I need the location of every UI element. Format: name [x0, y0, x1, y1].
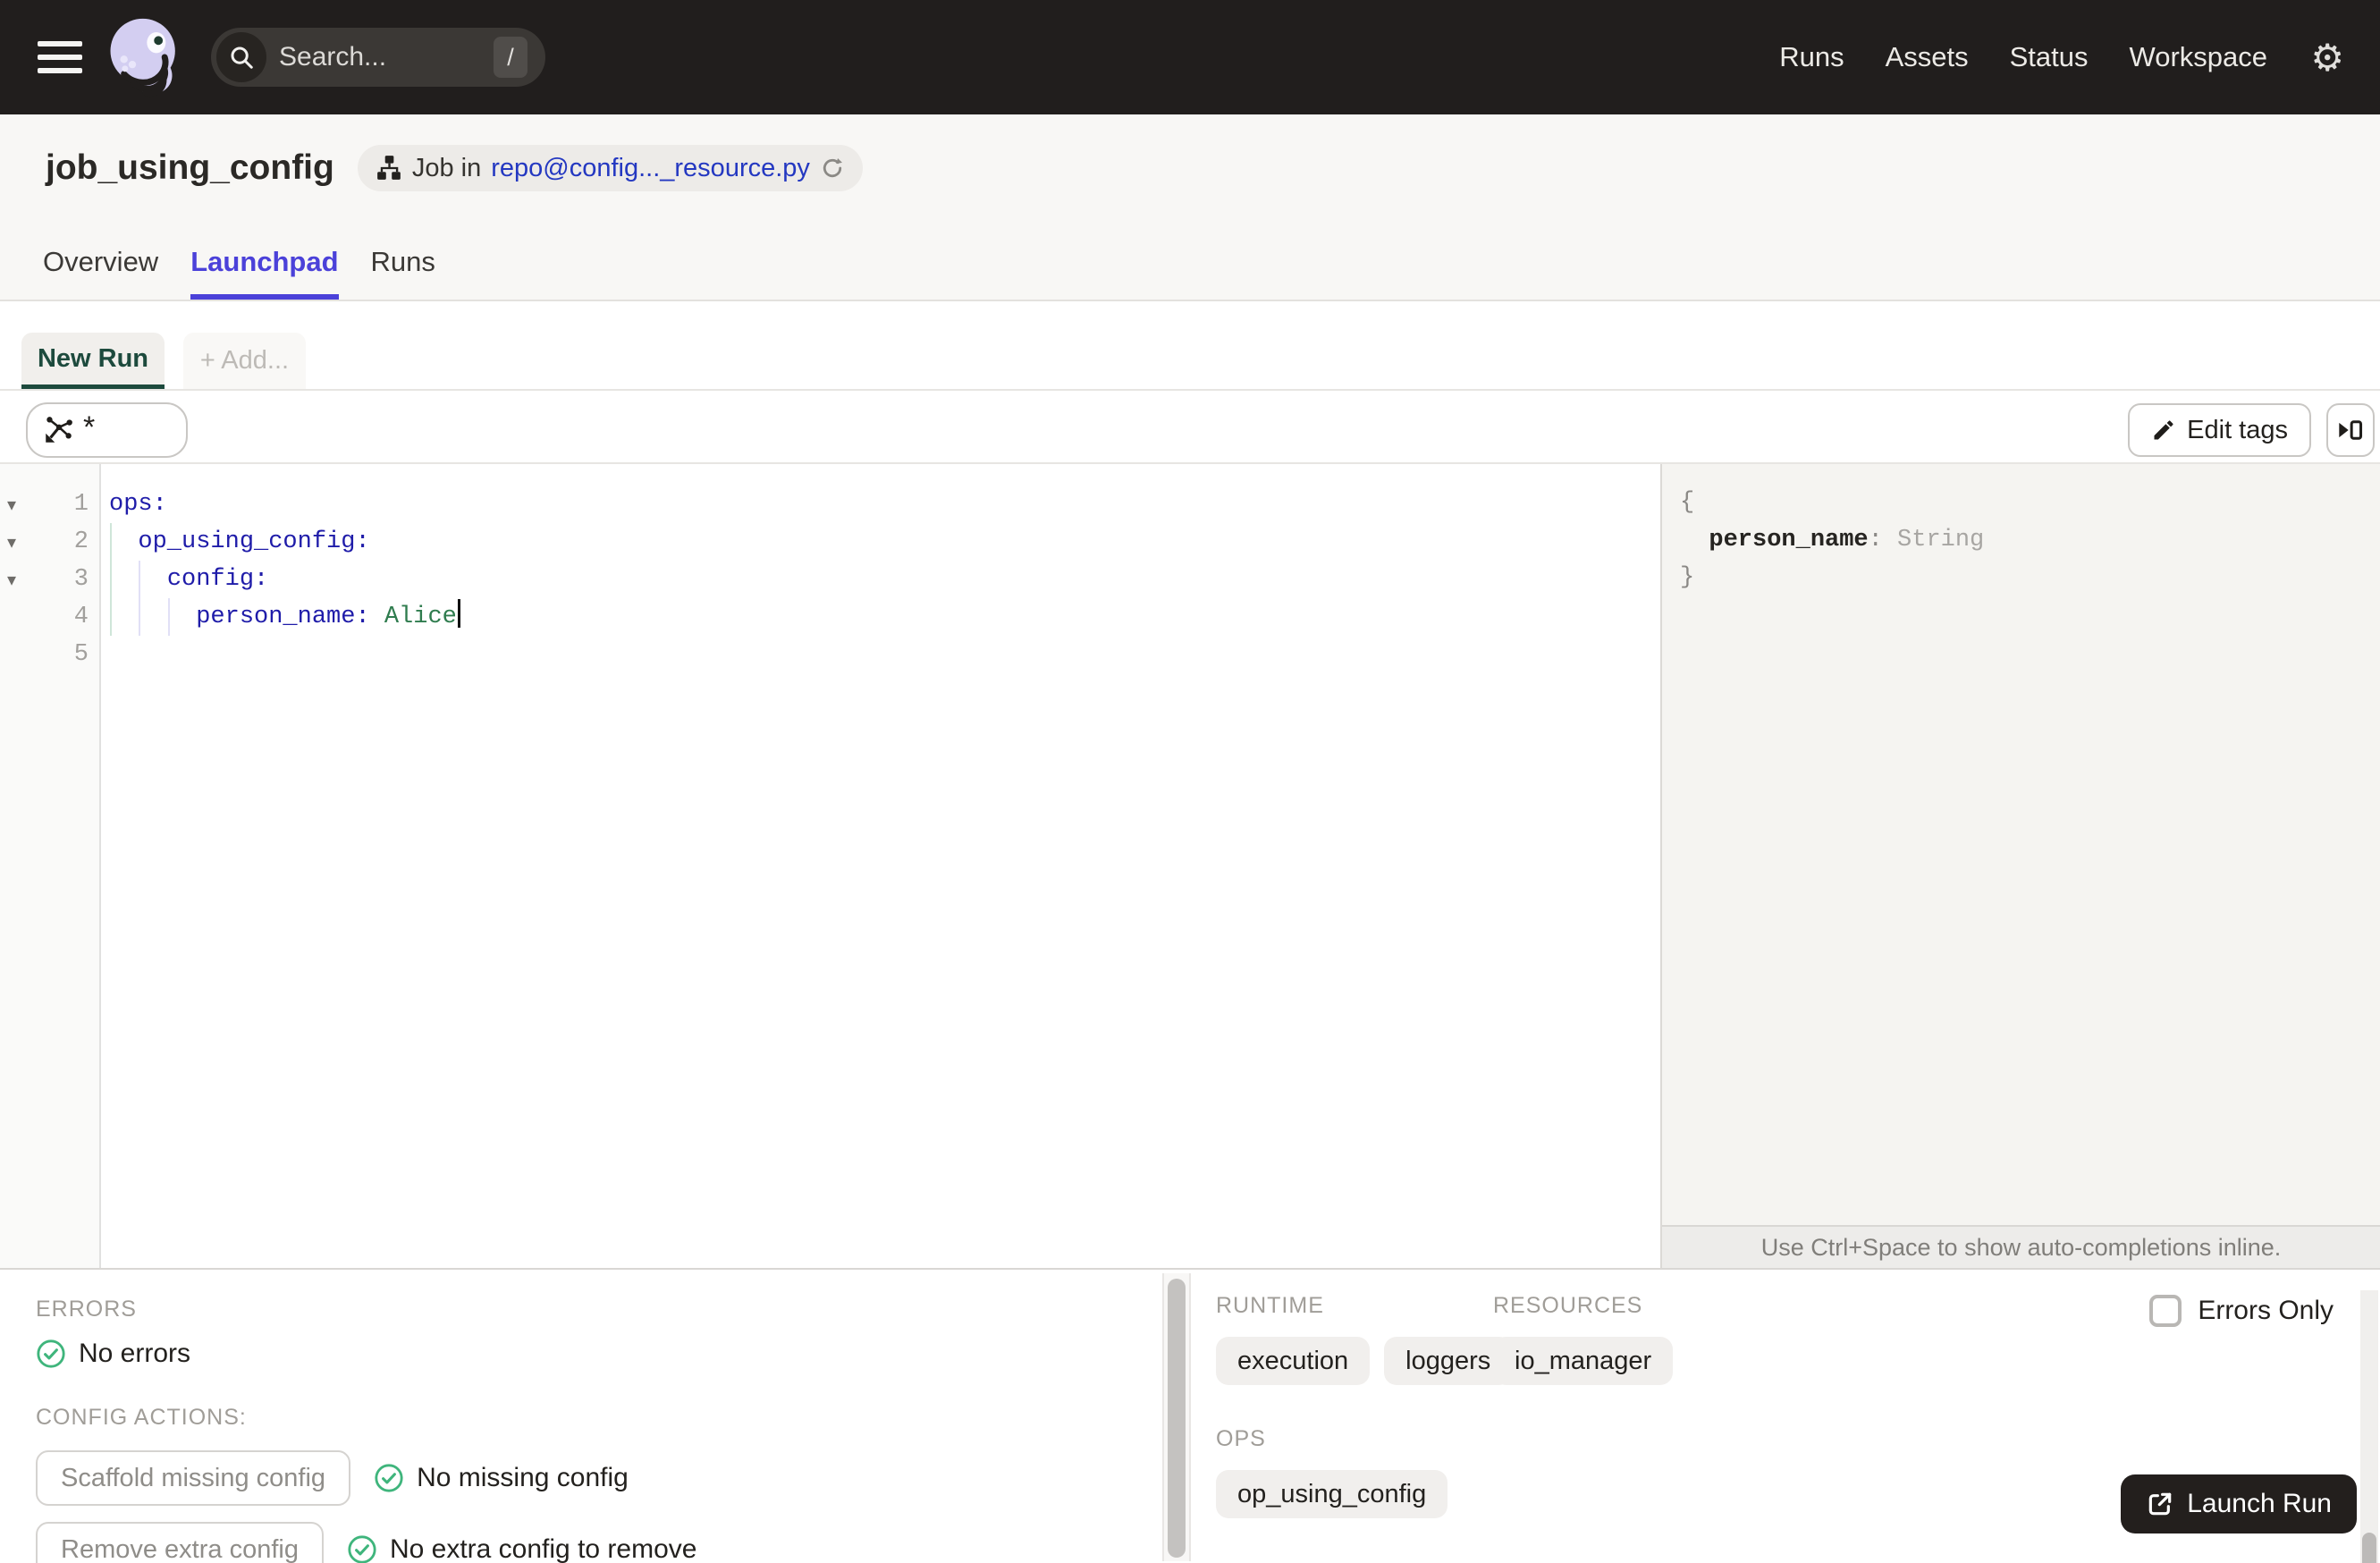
search-input[interactable] [279, 42, 458, 72]
launchpad-toolbar: * Edit tags [0, 391, 2380, 462]
tab-runs[interactable]: Runs [371, 246, 435, 300]
autocomplete-hint: Use Ctrl+Space to show auto-completions … [1662, 1225, 2380, 1268]
check-circle-icon [37, 1339, 65, 1368]
fold-arrow-icon[interactable]: ▾ [0, 569, 27, 591]
page-title: job_using_config [46, 148, 334, 187]
text-cursor [457, 599, 460, 628]
ops-section-label: OPS [1216, 1426, 1266, 1451]
bottom-panel: ERRORS No errors CONFIG ACTIONS: Scaffol… [0, 1268, 2380, 1563]
hamburger-menu-icon[interactable] [38, 41, 82, 73]
line-number: 5 [73, 641, 89, 668]
job-repo-link[interactable]: repo@config..._resource.py [491, 154, 810, 183]
runtime-tag[interactable]: execution [1216, 1337, 1371, 1385]
line-number: 4 [73, 604, 89, 630]
external-link-icon [2148, 1492, 2172, 1516]
editor-gutter: ▾ 1 ▾ 2 ▾ 3 4 5 [0, 464, 101, 1268]
schema-code: { person_name: String } [1680, 489, 1985, 591]
right-pane-scrollbar[interactable] [2360, 1290, 2378, 1563]
expand-panel-button[interactable] [2326, 403, 2375, 457]
check-circle-icon [348, 1535, 376, 1563]
search-icon [216, 32, 266, 82]
errors-section-label: ERRORS [36, 1297, 137, 1322]
run-tab-new-run[interactable]: New Run [21, 333, 165, 389]
edit-tags-button[interactable]: Edit tags [2128, 403, 2311, 457]
code-line: config: [166, 566, 269, 593]
job-location-badge: Job in repo@config..._resource.py [357, 145, 863, 191]
settings-gear-icon[interactable]: ⚙ [2310, 36, 2344, 80]
indent-guide [139, 561, 140, 636]
op-selector-input[interactable]: * [26, 402, 188, 458]
no-errors-status: No errors [36, 1339, 1160, 1369]
remove-extra-config-button[interactable]: Remove extra config [36, 1522, 324, 1563]
errors-only-label: Errors Only [2198, 1296, 2334, 1325]
resources-section-label: RESOURCES [1493, 1293, 1643, 1318]
scrollbar-thumb[interactable] [1168, 1279, 1186, 1558]
line-number: 2 [73, 528, 89, 555]
errors-only-checkbox[interactable] [2149, 1295, 2182, 1327]
edit-tags-label: Edit tags [2187, 415, 2288, 444]
runtime-section-label: RUNTIME [1216, 1293, 1324, 1318]
check-circle-icon [375, 1464, 403, 1492]
scaffold-missing-config-button[interactable]: Scaffold missing config [36, 1450, 351, 1506]
run-tab-add[interactable]: + Add... [183, 333, 306, 389]
dagster-logo-icon[interactable] [107, 14, 182, 100]
code-line: ops: [109, 491, 167, 518]
left-pane-scrollbar[interactable] [1162, 1273, 1191, 1561]
fold-arrow-icon[interactable]: ▾ [0, 494, 27, 516]
job-hierarchy-icon [376, 156, 401, 180]
indent-guide [110, 523, 112, 636]
tab-overview[interactable]: Overview [43, 246, 158, 300]
errors-only-control: Errors Only [2149, 1295, 2334, 1327]
reload-icon[interactable] [820, 156, 845, 181]
top-nav-links: Runs Assets Status Workspace [1779, 41, 2267, 73]
resource-tag[interactable]: io_manager [1493, 1337, 1674, 1385]
op-selector-value: * [83, 410, 96, 444]
no-missing-config-status: No missing config [374, 1463, 629, 1493]
code-line: person_name: Alice [109, 598, 1660, 636]
nav-link-workspace[interactable]: Workspace [2130, 41, 2268, 73]
play-panel-icon [2339, 420, 2363, 440]
search-shortcut-key: / [494, 37, 527, 78]
pencil-icon [2154, 420, 2173, 440]
line-number: 1 [73, 491, 89, 518]
config-actions-label: CONFIG ACTIONS: [36, 1405, 247, 1430]
errors-and-actions-pane: ERRORS No errors CONFIG ACTIONS: Scaffol… [0, 1270, 1160, 1563]
code-line: op_using_config: [138, 528, 370, 555]
launch-run-label: Launch Run [2187, 1489, 2332, 1518]
no-extra-config-status: No extra config to remove [347, 1534, 696, 1563]
config-schema-panel: { person_name: String } Use Ctrl+Space t… [1660, 464, 2380, 1268]
config-editor-region: ▾ 1 ▾ 2 ▾ 3 4 5 ops: op_using_config: confi… [0, 462, 2380, 1268]
launch-run-button[interactable]: Launch Run [2121, 1474, 2357, 1533]
nav-link-assets[interactable]: Assets [1886, 41, 1969, 73]
fold-arrow-icon[interactable]: ▾ [0, 531, 27, 553]
nav-link-status[interactable]: Status [2010, 41, 2089, 73]
top-nav-bar: / Runs Assets Status Workspace ⚙ [0, 0, 2380, 114]
job-badge-prefix: Job in [411, 153, 482, 182]
op-graph-icon [46, 417, 72, 443]
global-search: / [211, 28, 545, 87]
job-tabs: Overview Launchpad Runs [43, 246, 435, 300]
op-tag[interactable]: op_using_config [1216, 1470, 1448, 1518]
yaml-editor[interactable]: ops: op_using_config: config: person_nam… [101, 464, 1660, 1268]
tab-launchpad[interactable]: Launchpad [190, 246, 339, 300]
dagster-launchpad-page: / Runs Assets Status Workspace ⚙ job_usi… [0, 0, 2380, 1563]
line-number: 3 [73, 566, 89, 593]
launchpad-run-tabs: New Run + Add... [0, 301, 2380, 391]
page-header: job_using_config Job in repo@config..._r… [0, 114, 2380, 301]
nav-link-runs[interactable]: Runs [1779, 41, 1844, 73]
indent-guide [168, 598, 170, 636]
scrollbar-thumb[interactable] [2362, 1533, 2376, 1563]
